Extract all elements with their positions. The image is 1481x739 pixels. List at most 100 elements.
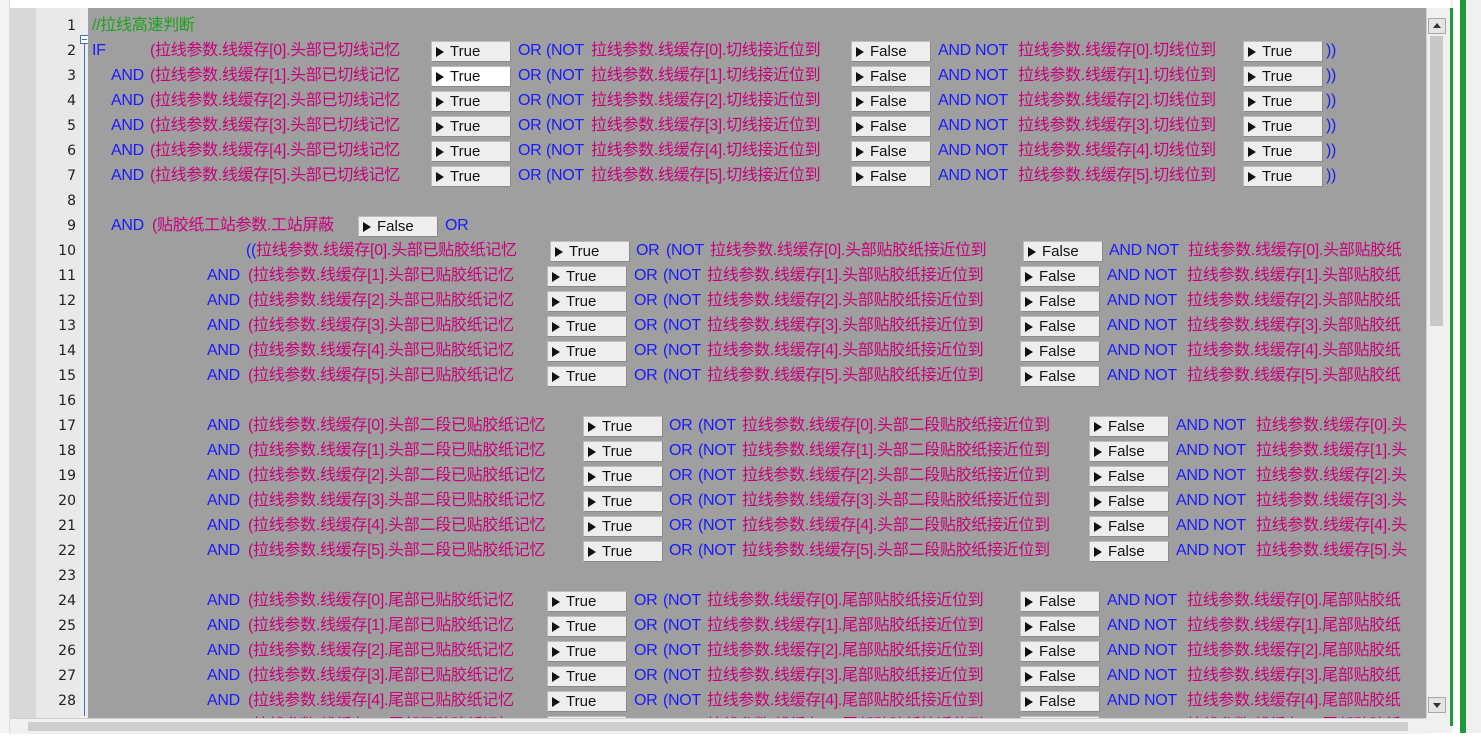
monitor-value-box[interactable]: True	[550, 241, 630, 262]
monitor-value-box[interactable]: True	[1243, 166, 1323, 187]
code-line[interactable]: AND (拉线参数.线缓存[5].头部已切线记忆 True OR (NOT 拉线参数.线缓…	[88, 164, 1426, 189]
horizontal-scroll-thumb[interactable]	[28, 722, 1408, 731]
monitor-value-box[interactable]: False	[1020, 616, 1100, 637]
line-number: 8	[67, 193, 76, 209]
monitor-value-box[interactable]: True	[431, 116, 511, 137]
monitor-value-box[interactable]: False	[1020, 316, 1100, 337]
monitor-value-box[interactable]: False	[851, 116, 931, 137]
monitor-value-box[interactable]: True	[547, 591, 627, 612]
monitor-value-box[interactable]: True	[583, 541, 663, 562]
code-line[interactable]: AND (拉线参数.线缓存[2].头部二段已贴胶纸记忆 True OR (NOT 拉线参数…	[88, 464, 1426, 489]
monitor-value-box[interactable]: True	[583, 491, 663, 512]
monitor-value-box[interactable]: False	[1020, 366, 1100, 387]
code-line[interactable]: AND (拉线参数.线缓存[3].头部二段已贴胶纸记忆 True OR (NOT 拉线参数…	[88, 489, 1426, 514]
monitor-value-box[interactable]: True	[547, 341, 627, 362]
monitor-value-box[interactable]: True	[583, 466, 663, 487]
code-line[interactable]: AND (拉线参数.线缓存[4].头部已切线记忆 True OR (NOT 拉线参数.线缓…	[88, 139, 1426, 164]
variable-token: (拉线参数.线缓存[2].头部已切线记忆	[150, 92, 401, 109]
monitor-value-box[interactable]: False	[1089, 516, 1169, 537]
monitor-value-box[interactable]: False	[1020, 691, 1100, 712]
monitor-value: False	[1108, 468, 1145, 485]
code-line[interactable]: AND (拉线参数.线缓存[1].尾部已贴胶纸记忆 True OR (NOT 拉线参数.线…	[88, 614, 1426, 639]
monitor-value-box[interactable]: True	[431, 66, 511, 87]
monitor-value-box[interactable]: True	[547, 641, 627, 662]
monitor-value-box[interactable]: False	[1089, 441, 1169, 462]
monitor-value: False	[1039, 618, 1076, 635]
monitor-value-box[interactable]: False	[851, 66, 931, 87]
monitor-value-box[interactable]: False	[358, 216, 438, 237]
monitor-value-box[interactable]: True	[431, 91, 511, 112]
code-line[interactable]	[88, 389, 1426, 414]
code-line[interactable]: AND (拉线参数.线缓存[3].头部已切线记忆 True OR (NOT 拉线参数.线缓…	[88, 114, 1426, 139]
line-number: 10	[58, 243, 76, 259]
keyword-token: ))	[1326, 42, 1337, 59]
breakpoint-margin[interactable]	[10, 8, 36, 718]
code-line[interactable]: AND (拉线参数.线缓存[4].头部二段已贴胶纸记忆 True OR (NOT 拉线参数…	[88, 514, 1426, 539]
keyword-token: (NOT	[663, 617, 701, 634]
monitor-value: True	[566, 618, 597, 635]
monitor-value-box[interactable]: False	[851, 91, 931, 112]
monitor-value-box[interactable]: True	[547, 366, 627, 387]
code-editor-area[interactable]: //拉线高速判断 IF (拉线参数.线缓存[0].头部已切线记忆 True OR (NOT…	[88, 8, 1426, 718]
monitor-value-box[interactable]: True	[1243, 66, 1323, 87]
monitor-value-box[interactable]: False	[851, 41, 931, 62]
code-line[interactable]: AND (拉线参数.线缓存[0].尾部已贴胶纸记忆 True OR (NOT 拉线参数.线…	[88, 589, 1426, 614]
monitor-value-box[interactable]: False	[1020, 666, 1100, 687]
monitor-value-box[interactable]: False	[1020, 291, 1100, 312]
monitor-value-box[interactable]: False	[1020, 266, 1100, 287]
monitor-value-box[interactable]: False	[1020, 591, 1100, 612]
code-line[interactable]	[88, 564, 1426, 589]
monitor-value-box[interactable]: True	[1243, 116, 1323, 137]
monitor-value-box[interactable]: True	[583, 441, 663, 462]
monitor-value-box[interactable]: False	[851, 166, 931, 187]
code-line[interactable]: AND (拉线参数.线缓存[2].头部已贴胶纸记忆 True OR (NOT 拉线参数.线…	[88, 289, 1426, 314]
code-line[interactable]: AND (拉线参数.线缓存[4].尾部已贴胶纸记忆 True OR (NOT 拉线参数.线…	[88, 689, 1426, 714]
monitor-value-box[interactable]: True	[547, 691, 627, 712]
code-line[interactable]: AND (拉线参数.线缓存[2].头部已切线记忆 True OR (NOT 拉线参数.线缓…	[88, 89, 1426, 114]
code-line[interactable]: AND (拉线参数.线缓存[0].头部二段已贴胶纸记忆 True OR (NOT 拉线参数…	[88, 414, 1426, 439]
monitor-value-box[interactable]: False	[1020, 641, 1100, 662]
scroll-up-icon[interactable]	[1428, 18, 1446, 34]
code-line[interactable]: //拉线高速判断	[88, 14, 1426, 39]
monitor-value-box[interactable]: True	[547, 316, 627, 337]
code-line[interactable]: IF (拉线参数.线缓存[0].头部已切线记忆 True OR (NOT 拉线参数.线缓存…	[88, 39, 1426, 64]
monitor-value-box[interactable]: True	[583, 416, 663, 437]
code-line[interactable]: AND (拉线参数.线缓存[3].尾部已贴胶纸记忆 True OR (NOT 拉线参数.线…	[88, 664, 1426, 689]
monitor-value-box[interactable]: False	[1020, 341, 1100, 362]
monitor-value-box[interactable]: True	[431, 41, 511, 62]
monitor-value-box[interactable]: False	[1089, 541, 1169, 562]
monitor-value-box[interactable]: False	[851, 141, 931, 162]
code-line[interactable]: AND (拉线参数.线缓存[2].尾部已贴胶纸记忆 True OR (NOT 拉线参数.线…	[88, 639, 1426, 664]
monitor-value-box[interactable]: True	[1243, 141, 1323, 162]
monitor-value-box[interactable]: False	[1089, 416, 1169, 437]
monitor-value-box[interactable]: True	[1243, 41, 1323, 62]
monitor-value: True	[602, 493, 633, 510]
monitor-value-box[interactable]: True	[1243, 91, 1323, 112]
monitor-value-box[interactable]: True	[547, 616, 627, 637]
monitor-value: False	[1108, 443, 1145, 460]
code-line[interactable]: AND (拉线参数.线缓存[5].头部二段已贴胶纸记忆 True OR (NOT 拉线参数…	[88, 539, 1426, 564]
code-line[interactable]: ((拉线参数.线缓存[0].头部已贴胶纸记忆 True OR (NOT 拉线参数.线缓存…	[88, 239, 1426, 264]
monitor-value-box[interactable]: True	[431, 141, 511, 162]
code-line[interactable]: AND (拉线参数.线缓存[1].头部已贴胶纸记忆 True OR (NOT 拉线参数.线…	[88, 264, 1426, 289]
monitor-value-box[interactable]: True	[547, 666, 627, 687]
monitor-value-box[interactable]: False	[1023, 241, 1103, 262]
code-line[interactable]: AND (拉线参数.线缓存[4].头部已贴胶纸记忆 True OR (NOT 拉线参数.线…	[88, 339, 1426, 364]
vertical-scroll-thumb[interactable]	[1430, 36, 1443, 326]
code-line[interactable]: AND (拉线参数.线缓存[5].头部已贴胶纸记忆 True OR (NOT 拉线参数.线…	[88, 364, 1426, 389]
keyword-token: (NOT	[663, 267, 701, 284]
code-line[interactable]: AND (贴胶纸工站参数.工站屏蔽 False OR	[88, 214, 1426, 239]
code-line[interactable]: AND (拉线参数.线缓存[3].头部已贴胶纸记忆 True OR (NOT 拉线参数.线…	[88, 314, 1426, 339]
monitor-value-box[interactable]: True	[583, 516, 663, 537]
keyword-token: AND NOT	[1176, 517, 1246, 534]
code-line[interactable]	[88, 189, 1426, 214]
keyword-token: OR	[634, 692, 658, 709]
monitor-value-box[interactable]: True	[547, 291, 627, 312]
monitor-value-box[interactable]: False	[1089, 491, 1169, 512]
monitor-value-box[interactable]: True	[547, 266, 627, 287]
code-line[interactable]: AND (拉线参数.线缓存[1].头部已切线记忆 True OR (NOT 拉线参数.线缓…	[88, 64, 1426, 89]
scroll-down-icon[interactable]	[1428, 697, 1446, 713]
monitor-value-box[interactable]: False	[1089, 466, 1169, 487]
code-line[interactable]: AND (拉线参数.线缓存[1].头部二段已贴胶纸记忆 True OR (NOT 拉线参数…	[88, 439, 1426, 464]
monitor-value-box[interactable]: True	[431, 166, 511, 187]
